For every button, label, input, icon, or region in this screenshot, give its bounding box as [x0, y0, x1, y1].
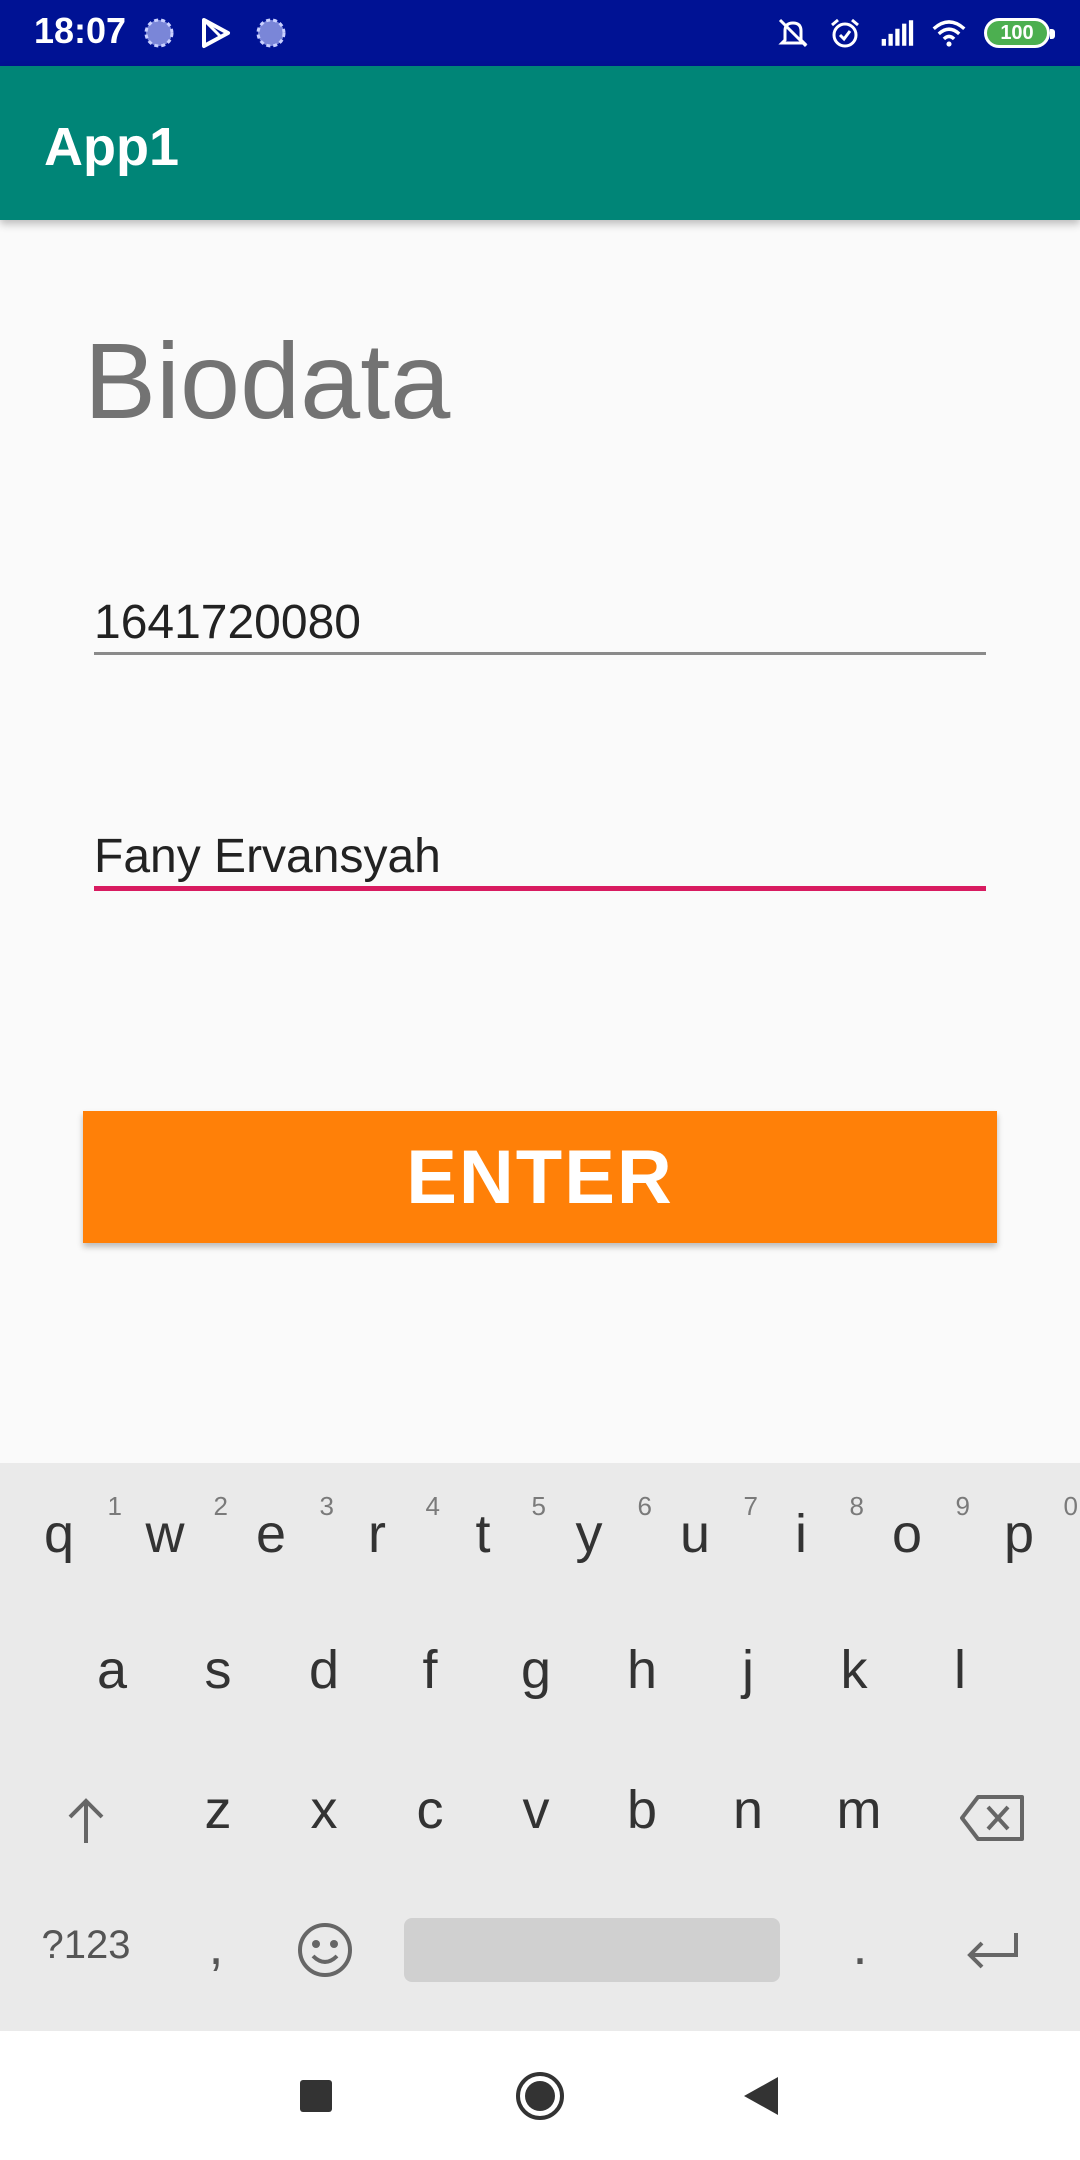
key-i[interactable]: i8 [766, 1491, 864, 1565]
alarm-icon [831, 18, 859, 48]
sync-icon [256, 18, 286, 48]
backspace-icon[interactable] [958, 1791, 1028, 1845]
status-time: 18:07 [34, 10, 127, 51]
space-bar[interactable] [404, 1918, 780, 1982]
sync-icon [144, 18, 174, 48]
key-e[interactable]: e3 [236, 1491, 334, 1565]
app-bar: App1 [0, 66, 1080, 220]
id-number-field[interactable] [94, 592, 986, 655]
key-g[interactable]: g [501, 1639, 571, 1701]
key-r[interactable]: r4 [342, 1491, 440, 1565]
key-v[interactable]: v [501, 1779, 571, 1841]
mute-icon [778, 18, 808, 48]
key-x[interactable]: x [289, 1779, 359, 1841]
wifi-icon [932, 20, 966, 47]
key-d[interactable]: d [289, 1639, 359, 1701]
symbols-key[interactable]: ?123 [36, 1923, 136, 1968]
key-o[interactable]: o9 [872, 1491, 970, 1565]
key-f[interactable]: f [395, 1639, 465, 1701]
key-q[interactable]: q1 [24, 1491, 122, 1565]
navigation-bar [0, 2031, 1080, 2160]
key-t[interactable]: t5 [448, 1491, 546, 1565]
emoji-icon[interactable] [296, 1921, 354, 1979]
key-w[interactable]: w2 [130, 1491, 229, 1565]
key-l[interactable]: l [925, 1639, 995, 1701]
name-field[interactable] [94, 826, 986, 891]
key-y[interactable]: y6 [554, 1491, 653, 1565]
back-icon[interactable] [744, 2077, 778, 2115]
key-a[interactable]: a [77, 1639, 147, 1701]
soft-keyboard: q1 w2 e3 r4 t5 y6 u7 i8 o9 p0 a s d f g … [0, 1463, 1080, 2031]
enter-key-icon[interactable] [962, 1929, 1022, 1973]
signal-icon [881, 20, 914, 46]
key-h[interactable]: h [607, 1639, 677, 1701]
key-s[interactable]: s [183, 1639, 253, 1701]
key-z[interactable]: z [183, 1779, 253, 1841]
notification-icons [142, 16, 288, 50]
key-p[interactable]: p0 [984, 1491, 1078, 1565]
key-u[interactable]: u7 [660, 1491, 758, 1565]
comma-key[interactable]: , [196, 1915, 236, 1977]
key-m[interactable]: m [819, 1779, 899, 1841]
system-icons: 100 [776, 12, 1055, 54]
key-n[interactable]: n [713, 1779, 783, 1841]
recents-icon[interactable] [300, 2080, 332, 2112]
play-store-icon [202, 18, 230, 48]
shift-icon[interactable] [58, 1793, 114, 1849]
key-k[interactable]: k [819, 1639, 889, 1701]
enter-button[interactable]: ENTER [83, 1111, 997, 1243]
app-title: App1 [44, 117, 179, 177]
home-icon[interactable] [515, 2071, 565, 2121]
page-title: Biodata [84, 320, 451, 441]
period-key[interactable]: . [840, 1915, 880, 1977]
status-bar: 18:07 100 [0, 0, 1080, 66]
key-c[interactable]: c [395, 1779, 465, 1841]
key-b[interactable]: b [607, 1779, 677, 1841]
battery-icon: 100 [984, 18, 1055, 48]
key-j[interactable]: j [713, 1639, 783, 1701]
